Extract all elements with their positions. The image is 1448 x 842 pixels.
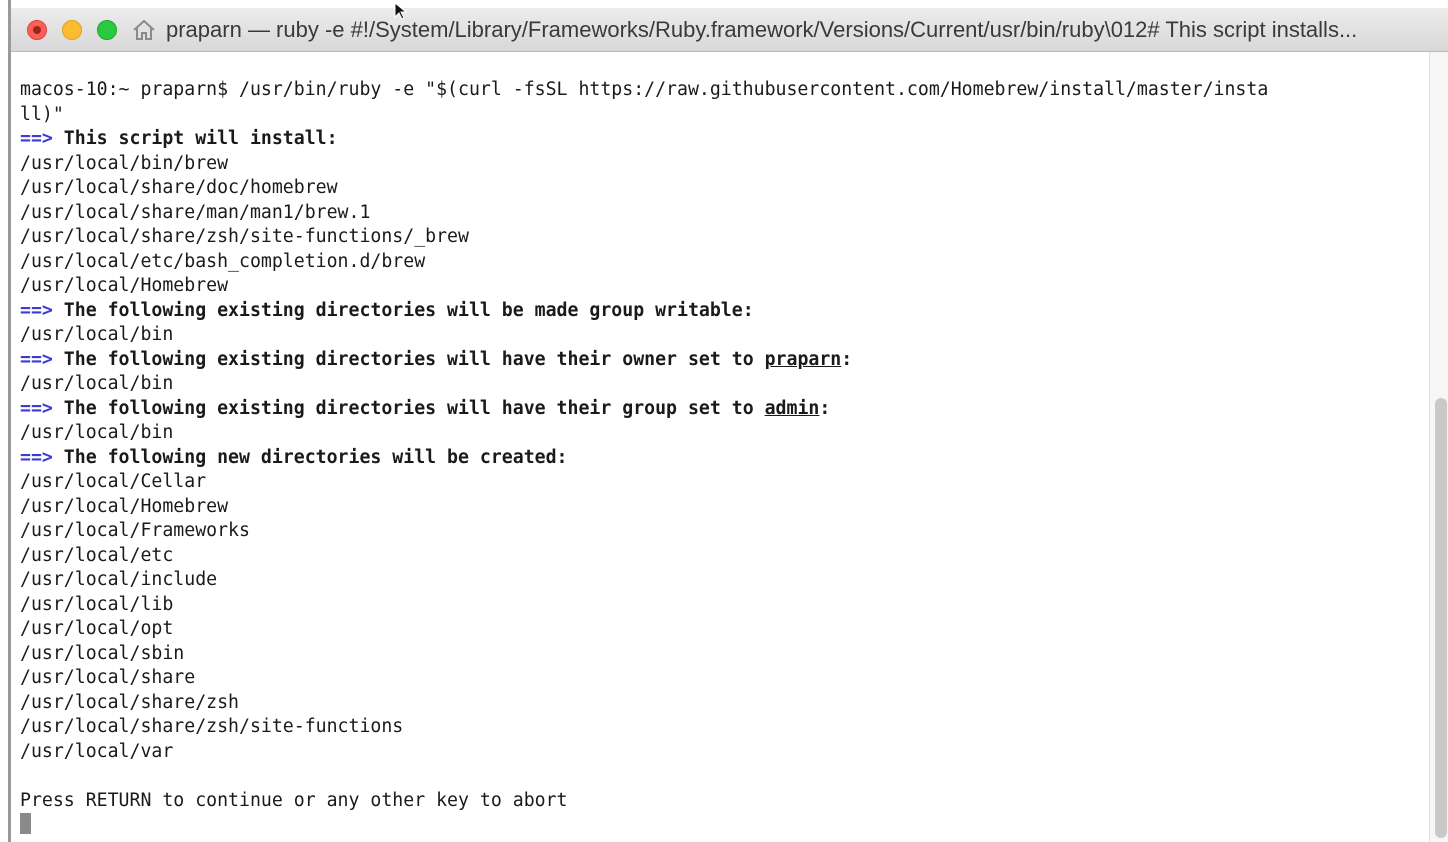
terminal-line: /usr/local/include: [20, 568, 1422, 593]
output-text: /usr/local/Frameworks: [20, 520, 250, 541]
output-text: /usr/local/Cellar: [20, 471, 207, 492]
terminal-line: /usr/local/share/zsh: [20, 691, 1422, 716]
output-text: /usr/local/lib: [20, 593, 174, 615]
output-text: macos-10:~ praparn$ /usr/bin/ruby -e "$(…: [20, 79, 1269, 100]
output-text: /usr/local/include: [20, 569, 218, 590]
terminal-line: /usr/local/bin: [20, 372, 1422, 397]
underlined-value: praparn: [764, 348, 842, 370]
home-icon: [133, 19, 155, 40]
terminal-line: /usr/local/lib: [20, 593, 1422, 618]
heading-text: The following existing directories will …: [52, 348, 765, 370]
heading-text: :: [819, 397, 831, 419]
output-text: /usr/local/etc/bash_completion.d/brew: [20, 250, 426, 272]
terminal-line: /usr/local/share/zsh/site-functions/_bre…: [20, 225, 1422, 250]
output-text: /usr/local/bin: [20, 324, 174, 345]
output-text: /usr/local/opt: [20, 618, 174, 639]
output-text: /usr/local/bin: [20, 422, 174, 443]
terminal-line: /usr/local/etc: [20, 544, 1422, 569]
terminal-line: ==> The following existing directories w…: [20, 348, 1422, 373]
title-bar[interactable]: praparn — ruby -e #!/System/Library/Fram…: [11, 8, 1448, 52]
terminal-line: /usr/local/bin: [20, 421, 1422, 446]
output-text: /usr/local/etc: [20, 544, 174, 566]
terminal-line: [20, 813, 1422, 838]
terminal-line: /usr/local/bin/brew: [20, 152, 1422, 177]
terminal-line: macos-10:~ praparn$ /usr/bin/ruby -e "$(…: [20, 78, 1422, 103]
terminal-line: /usr/local/var: [20, 740, 1422, 765]
terminal-line: ==> The following new directories will b…: [20, 446, 1422, 471]
terminal-line: /usr/local/share: [20, 666, 1422, 691]
prompt-arrow: ==>: [20, 446, 53, 468]
terminal-line: /usr/local/share/doc/homebrew: [20, 176, 1422, 201]
output-text: /usr/local/share/man/man1/brew.1: [20, 201, 371, 223]
terminal-line: /usr/local/opt: [20, 617, 1422, 642]
mouse-pointer-icon: [394, 2, 408, 20]
window-title: praparn — ruby -e #!/System/Library/Fram…: [166, 17, 1358, 42]
output-text: /usr/local/bin/brew: [20, 152, 229, 174]
terminal-window: praparn — ruby -e #!/System/Library/Fram…: [8, 0, 1448, 842]
terminal-output[interactable]: macos-10:~ praparn$ /usr/bin/ruby -e "$(…: [20, 78, 1422, 842]
underlined-value: admin: [764, 397, 820, 419]
heading-text: :: [841, 348, 853, 370]
output-text: /usr/local/Homebrew: [20, 275, 229, 296]
heading-text: The following existing directories will …: [52, 299, 754, 321]
terminal-line: /usr/local/Cellar: [20, 470, 1422, 495]
terminal-line: /usr/local/Homebrew: [20, 274, 1422, 299]
terminal-line: /usr/local/sbin: [20, 642, 1422, 667]
terminal-line: /usr/local/bin: [20, 323, 1422, 348]
prompt-arrow: ==>: [20, 348, 53, 370]
heading-text: The following new directories will be cr…: [52, 446, 568, 468]
terminal-line: /usr/local/share/man/man1/brew.1: [20, 201, 1422, 226]
heading-text: This script will install:: [52, 128, 338, 149]
output-text: /usr/local/share/doc/homebrew: [20, 177, 338, 198]
terminal-line: /usr/local/share/zsh/site-functions: [20, 715, 1422, 740]
terminal-line: /usr/local/etc/bash_completion.d/brew: [20, 250, 1422, 275]
close-button-icon[interactable]: [27, 20, 47, 40]
output-text: /usr/local/bin: [20, 373, 174, 394]
terminal-line: ==> This script will install:: [20, 127, 1422, 152]
terminal-line: /usr/local/Frameworks: [20, 519, 1422, 544]
output-text: /usr/local/share/zsh/site-functions: [20, 716, 404, 737]
output-text: /usr/local/var: [20, 740, 174, 762]
output-text: /usr/local/share: [20, 667, 196, 688]
output-text: Press RETURN to continue or any other ke…: [20, 789, 568, 811]
prompt-arrow: ==>: [20, 128, 53, 149]
output-text: /usr/local/share/zsh/site-functions/_bre…: [20, 226, 469, 247]
output-text: ll)": [20, 103, 64, 125]
output-text: /usr/local/sbin: [20, 642, 185, 664]
terminal-line: ll)": [20, 103, 1422, 128]
text-cursor: [20, 813, 31, 834]
output-text: /usr/local/share/zsh: [20, 691, 239, 713]
terminal-line: ==> The following existing directories w…: [20, 299, 1422, 324]
terminal-line: /usr/local/Homebrew: [20, 495, 1422, 520]
terminal-line: Press RETURN to continue or any other ke…: [20, 789, 1422, 814]
output-text: /usr/local/Homebrew: [20, 495, 229, 517]
minimize-button-icon[interactable]: [62, 20, 82, 40]
prompt-arrow: ==>: [20, 299, 53, 321]
terminal-line: ==> The following existing directories w…: [20, 397, 1422, 422]
heading-text: The following existing directories will …: [52, 397, 765, 419]
prompt-arrow: ==>: [20, 397, 53, 419]
scrollbar-thumb[interactable]: [1435, 398, 1447, 838]
zoom-button-icon[interactable]: [97, 20, 117, 40]
